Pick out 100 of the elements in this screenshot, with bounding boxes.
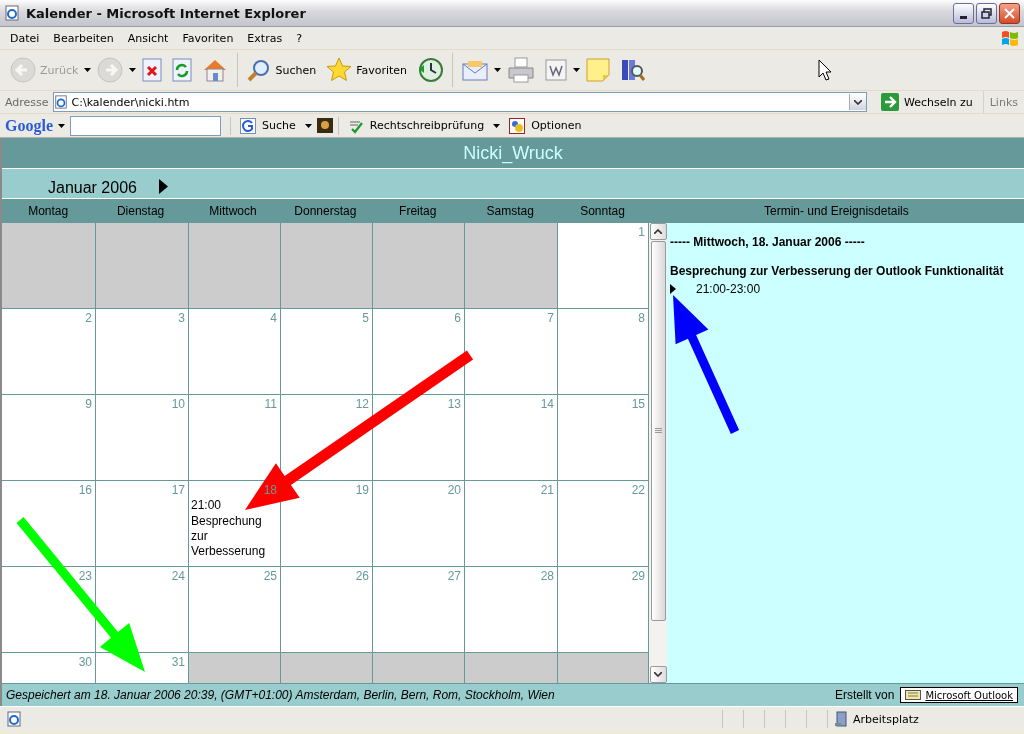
address-field[interactable]: C:\kalender\nicki.htm (52, 92, 867, 112)
note-icon (586, 58, 611, 82)
weekday-header: Sonntag (579, 203, 626, 220)
search-field[interactable] (70, 115, 221, 136)
weekday-header: Montag (27, 203, 70, 220)
day-number: 1 (638, 225, 646, 239)
day-number: 7 (547, 311, 555, 325)
spellcheck-button[interactable]: Rechtschreibprüfung (343, 117, 489, 134)
calendar-owner: Nicki_Wruck (2, 138, 1024, 169)
event-time[interactable]: 21:00 (191, 498, 278, 513)
browser-page-icon (53, 95, 68, 109)
search-icon (247, 58, 272, 82)
stop-icon (142, 58, 163, 82)
document-icon (545, 59, 568, 81)
day-number: 19 (355, 483, 370, 497)
windows-logo-icon (1000, 29, 1020, 47)
restore-button[interactable] (976, 2, 997, 24)
day-number: 29 (631, 569, 646, 583)
event-title: Besprechung zur Verbesserung der Outlook Funktionalität (670, 264, 1005, 278)
day-number: 4 (270, 311, 278, 325)
address-label: Adresse (5, 95, 49, 109)
caret-icon[interactable] (304, 123, 312, 128)
minimize-button[interactable] (953, 2, 974, 24)
day-number: 28 (540, 569, 555, 583)
weekday-header: Freitag (398, 203, 438, 220)
search-button[interactable]: Suche (236, 117, 300, 134)
history-icon (417, 57, 444, 83)
day-number: 31 (171, 655, 186, 669)
scroll-thumb[interactable] (650, 241, 666, 621)
day-number: 6 (454, 311, 462, 325)
weekday-header: Samstag (485, 203, 535, 220)
scroll-up-button[interactable] (649, 223, 667, 240)
day-number: 3 (178, 311, 186, 325)
window-title: Kalender - Microsoft Internet Explorer (26, 5, 307, 21)
details-date: ----- Mittwoch, 18. Januar 2006 ----- (670, 235, 866, 249)
chevron-up-icon (654, 229, 662, 234)
event-title[interactable]: Besprechung zur Verbesserung (191, 514, 278, 559)
chevron-down-icon (853, 99, 862, 105)
expand-arrow-icon[interactable] (670, 284, 676, 294)
caret-icon[interactable] (58, 123, 65, 128)
menu-item[interactable]: ? (289, 29, 309, 47)
google-logo[interactable]: Google (5, 116, 53, 135)
day-number: 27 (447, 569, 462, 583)
caret-icon[interactable] (493, 123, 501, 128)
menu-item[interactable]: Datei (3, 29, 47, 47)
favorites-button[interactable]: Favoriten (322, 52, 412, 88)
saved-note: Gespeichert am 18. Januar 2006 20:39, (GMT+01:00) Amsterdam, Berlin, Bern, Rom, Stockholm, Wien (6, 688, 556, 702)
day-number: 12 (355, 397, 370, 411)
caret-icon[interactable] (573, 68, 581, 72)
printer-icon (507, 57, 536, 83)
calendar-icon (905, 690, 922, 700)
day-number: 21 (540, 483, 555, 497)
day-number: 2 (85, 311, 93, 325)
day-number: 23 (78, 569, 93, 583)
day-number: 9 (85, 397, 93, 411)
refresh-icon (172, 58, 193, 82)
minimize-icon (960, 15, 967, 19)
browser-page-icon (4, 5, 20, 21)
picture-frame-icon[interactable] (316, 118, 333, 133)
day-number: 25 (263, 569, 278, 583)
restore-icon (981, 7, 992, 19)
day-number: 16 (78, 483, 93, 497)
options-button[interactable]: Optionen (505, 117, 586, 134)
weekday-header: Dienstag (115, 203, 166, 220)
chevron-down-icon (654, 672, 662, 677)
day-number: 22 (631, 483, 646, 497)
scroll-down-button[interactable] (649, 666, 667, 683)
day-number: 30 (78, 655, 93, 669)
caret-icon[interactable] (494, 68, 502, 72)
computer-icon (834, 711, 848, 727)
menu-item[interactable]: Extras (240, 29, 290, 47)
day-number: 5 (362, 311, 370, 325)
day-number: 17 (171, 483, 186, 497)
search-button[interactable]: Suchen (243, 52, 321, 88)
scrollbar[interactable] (649, 223, 667, 683)
close-icon (1004, 7, 1015, 19)
weekday-header: Mittwoch (208, 203, 258, 220)
created-by-label: Erstellt von (835, 688, 895, 702)
month-title: Januar 2006 (48, 179, 137, 198)
day-number: 11 (264, 397, 278, 411)
options-icon (509, 117, 526, 134)
menu-item[interactable]: Bearbeiten (46, 29, 121, 47)
cursor-icon (818, 59, 832, 81)
day-number: 24 (171, 569, 186, 583)
day-number: 10 (171, 397, 186, 411)
search-engine-icon (240, 117, 256, 134)
menu-item[interactable]: Ansicht (120, 29, 176, 47)
menu-item[interactable]: Favoriten (175, 29, 241, 47)
links-button[interactable]: Links (982, 91, 1024, 113)
weekday-header: Donnerstag (293, 203, 358, 220)
day-number: 26 (355, 569, 370, 583)
day-number: 13 (447, 397, 462, 411)
mail-icon (462, 59, 489, 81)
zone-label: Arbeitsplatz (853, 712, 919, 726)
go-button[interactable]: Wechseln zu (874, 93, 979, 111)
dropdown-button[interactable] (848, 94, 866, 110)
event-time: 21:00-23:00 (696, 282, 761, 296)
day-number: 20 (447, 483, 462, 497)
outlook-badge[interactable]: Microsoft Outlook (900, 687, 1018, 703)
close-button[interactable] (999, 2, 1020, 24)
